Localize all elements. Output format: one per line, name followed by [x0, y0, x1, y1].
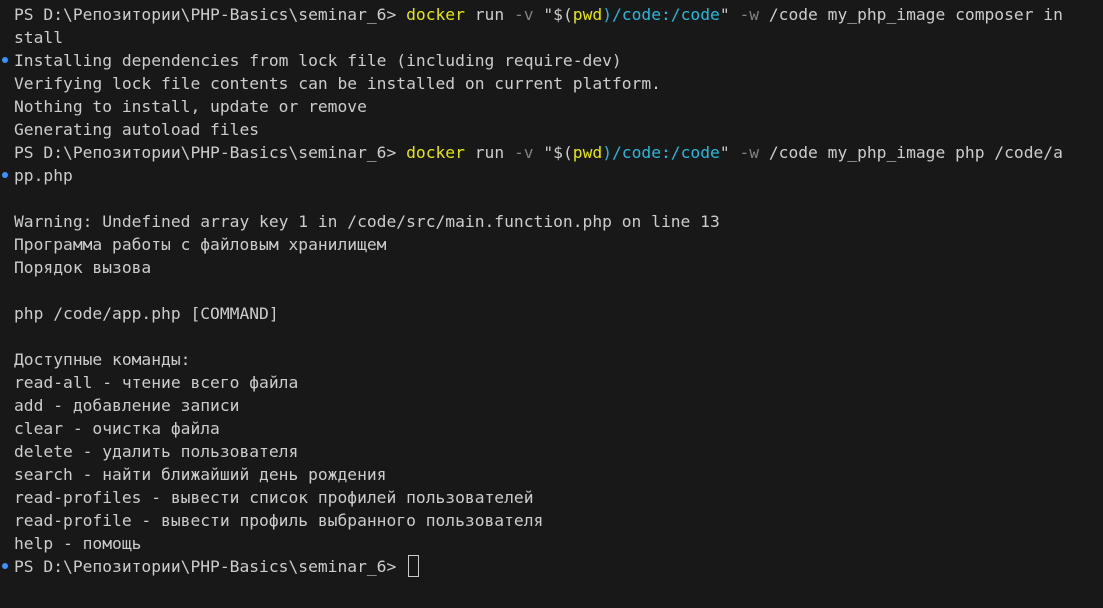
command-pwd: pwd — [572, 143, 603, 162]
output-line: Доступные команды: — [14, 350, 191, 369]
output-line: Warning: Undefined array key 1 in /code/… — [14, 212, 720, 231]
terminal-panel[interactable]: PS D:\Репозитории\PHP-Basics\seminar_6> … — [0, 0, 1103, 608]
terminal-output: PS D:\Репозитории\PHP-Basics\seminar_6> … — [2, 3, 1095, 578]
command-line-2: PS D:\Репозитории\PHP-Basics\seminar_6> … — [14, 141, 1095, 164]
command-flag: -v — [513, 143, 534, 162]
output-line: help - помощь — [14, 534, 142, 553]
command-args: /code my_php_image php /code/a — [759, 143, 1063, 162]
output-line: clear - очистка файла — [14, 419, 220, 438]
command-decoration-icon[interactable] — [2, 172, 8, 178]
output-line: read-profile - вывести профиль выбранног… — [14, 511, 544, 530]
command-exe: docker — [406, 143, 465, 162]
command-flag: -v — [513, 5, 534, 24]
command-args-wrap: pp.php — [14, 166, 73, 185]
output-line: Порядок вызова — [14, 258, 152, 277]
command-string-close: " — [719, 143, 740, 162]
output-line: Installing dependencies from lock file (… — [2, 49, 1095, 72]
command-line-2-wrap: pp.php — [2, 164, 1095, 187]
output-line: Программа работы с файловым хранилищем — [14, 235, 387, 254]
command-volume: )/code:/code — [602, 143, 720, 162]
output-line: read-all - чтение всего файла — [14, 373, 299, 392]
output-line: Nothing to install, update or remove — [14, 97, 367, 116]
command-args: /code my_php_image composer in — [759, 5, 1063, 24]
command-string-open: "$( — [533, 5, 573, 24]
command-flag: -w — [739, 5, 760, 24]
output-line: add - добавление записи — [14, 396, 240, 415]
command-string-open: "$( — [533, 143, 573, 162]
text-cursor[interactable] — [408, 555, 420, 577]
command-volume: )/code:/code — [602, 5, 720, 24]
command-line-1: PS D:\Репозитории\PHP-Basics\seminar_6> … — [14, 3, 1095, 26]
output-line: Verifying lock file contents can be inst… — [14, 74, 661, 93]
output-line: search - найти ближайший день рождения — [14, 465, 387, 484]
command-decoration-icon[interactable] — [2, 563, 8, 569]
output-line: read-profiles - вывести список профилей … — [14, 488, 534, 507]
active-prompt-line[interactable]: PS D:\Репозитории\PHP-Basics\seminar_6> — [2, 555, 1095, 578]
command-args-wrap: stall — [14, 28, 64, 47]
command-line-1-wrap: stall — [14, 26, 1095, 49]
prompt: PS D:\Репозитории\PHP-Basics\seminar_6> — [14, 557, 407, 576]
output-line: delete - удалить пользователя — [14, 442, 299, 461]
prompt: PS D:\Репозитории\PHP-Basics\seminar_6> — [14, 5, 407, 24]
command-string-close: " — [719, 5, 740, 24]
command-sub: run — [464, 143, 514, 162]
command-decoration-icon[interactable] — [2, 57, 8, 63]
output-line: Generating autoload files — [14, 120, 260, 139]
command-flag: -w — [739, 143, 760, 162]
command-sub: run — [464, 5, 514, 24]
output-line: php /code/app.php [COMMAND] — [14, 304, 279, 323]
command-exe: docker — [406, 5, 465, 24]
command-pwd: pwd — [572, 5, 603, 24]
prompt: PS D:\Репозитории\PHP-Basics\seminar_6> — [14, 143, 407, 162]
